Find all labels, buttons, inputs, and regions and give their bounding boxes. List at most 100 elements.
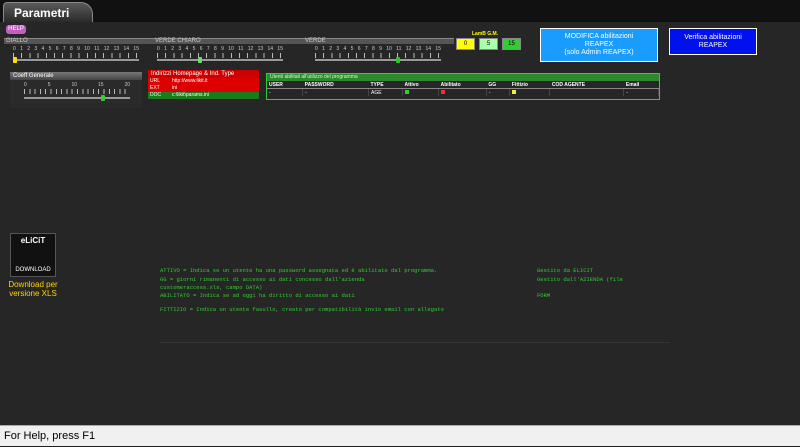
homepage-row-url[interactable]: URL http://www.likit.it [148, 78, 259, 85]
table-cell[interactable] [549, 88, 625, 96]
coeff-generale-title: Coeff Generale [10, 72, 142, 80]
tick-label: 2 [329, 46, 333, 52]
tick-label: 13 [113, 46, 120, 52]
column-header[interactable]: Attivo [402, 81, 439, 89]
tick-label: 13 [415, 46, 422, 52]
slider-verde-chiaro-thumb[interactable] [197, 57, 202, 63]
users-table-title: Utenti abilitati all'utilizzo del progra… [267, 74, 659, 81]
flag-icon [441, 89, 446, 94]
tick-label: 4 [185, 46, 189, 52]
tick-label: 0 [13, 46, 16, 52]
column-header[interactable]: TYPE [368, 81, 403, 89]
users-table-header: USER PASSWORD TYPE Attivo Abilitato GG Fittizi… [267, 81, 659, 89]
download-label: DOWNLOAD [15, 267, 51, 273]
legend-line-1-left: ATTIVO = Indica se un utente ha una pass… [160, 267, 438, 274]
modifica-abilitazioni-button[interactable]: MODIFICA abilitazioni REAPEX (solo Admin… [540, 28, 658, 62]
slider-verde-thumb[interactable] [396, 57, 401, 63]
tick-label: 7 [206, 46, 210, 52]
tick-label: 14 [267, 46, 274, 52]
tick-label: 2 [27, 46, 31, 52]
verifica-line1: Verifica abilitazioni [684, 33, 742, 41]
legend-line-1-right: Gestito da ELICIT [537, 267, 594, 274]
column-header[interactable]: Email [623, 81, 659, 89]
table-cell[interactable] [402, 88, 440, 96]
column-header[interactable]: Fittizio [509, 81, 550, 89]
lamb-box-lightgreen: 5 [479, 38, 498, 50]
check-icon [404, 89, 409, 94]
download-xls-text[interactable]: Download per versione XLS [4, 280, 62, 298]
tick-label: 6 [55, 46, 59, 52]
tick-label: 0 [315, 46, 318, 52]
lamb-label: LamB G.M. [472, 31, 499, 37]
help-button[interactable]: HELP [6, 25, 26, 34]
tick-label: 3 [34, 46, 38, 52]
tick-label: 6 [199, 46, 203, 52]
slider-giallo[interactable]: 0 1 2 3 4 5 6 7 8 9 10 11 12 13 14 15 [13, 46, 139, 63]
tick-label: 7 [62, 46, 66, 52]
coeff-thumb[interactable] [100, 95, 105, 101]
table-cell[interactable]: - [302, 88, 369, 96]
tick-label: 10 [386, 46, 392, 52]
tick-label: 2 [171, 46, 175, 52]
table-cell[interactable]: - [486, 88, 511, 96]
modifica-line1: MODIFICA abilitazioni [564, 33, 634, 40]
table-cell[interactable]: AGE [368, 88, 403, 96]
tick-label: 10 [71, 82, 77, 88]
legend-line-2-right: Gestito dall'AZIENDA (file [537, 276, 623, 283]
tick-label: 1 [20, 46, 23, 52]
tick-label: 0 [24, 82, 27, 88]
main-panel: HELP GIALLO VERDE CHIARO VERDE 012345678… [0, 22, 800, 425]
table-cell[interactable] [509, 88, 551, 96]
tick-label: 3 [336, 46, 340, 52]
tick-label: 15 [133, 46, 139, 52]
slider-label-verde-chiaro: VERDE CHIARO [155, 38, 201, 44]
slider-verde-chiaro[interactable]: 0 1 2 3 4 5 6 7 8 9 10 11 12 13 14 15 [157, 46, 283, 63]
slider-header-bar [4, 38, 454, 44]
column-header[interactable]: Abilitato [438, 81, 487, 89]
verifica-abilitazioni-button[interactable]: Verifica abilitazioni REAPEX [669, 28, 757, 55]
slider-label-verde: VERDE [305, 38, 326, 44]
table-cell[interactable]: - [267, 88, 304, 96]
slider-giallo-ticks: 0 1 2 3 4 5 6 7 8 9 10 11 12 13 14 15 [13, 46, 139, 52]
table-cell[interactable] [438, 88, 487, 96]
tick-label: 12 [103, 46, 110, 52]
coeff-generale-panel: Coeff Generale 0 5 10 15 20 [10, 72, 142, 108]
download-xls-button[interactable]: eLiCiT DOWNLOAD [10, 233, 56, 277]
tick-label: 8 [70, 46, 73, 52]
verifica-line2: REAPEX [698, 41, 728, 49]
tab-bar: Parametri [0, 0, 800, 23]
tick-label: 5 [350, 46, 354, 52]
tick-label: 14 [123, 46, 130, 52]
tick-label: 6 [357, 46, 361, 52]
coeff-slider[interactable]: 0 5 10 15 20 [24, 82, 130, 101]
slider-verde[interactable]: 0 1 2 3 4 5 6 7 8 9 10 11 12 13 14 15 [315, 46, 441, 63]
legend-line-5-left: FITTIZIO = Indica un utente fasullo, cre… [160, 306, 444, 313]
tab-parametri[interactable]: Parametri [3, 2, 93, 22]
tick-label: 9 [379, 46, 382, 52]
tick-label: 10 [228, 46, 234, 52]
tick-label: 1 [322, 46, 325, 52]
tick-label: 10 [84, 46, 90, 52]
tick-label: 5 [192, 46, 196, 52]
tick-label: 11 [94, 46, 100, 52]
tick-label: 11 [396, 46, 402, 52]
coeff-ticks: 0 5 10 15 20 [24, 82, 130, 88]
column-header[interactable]: COD AGENTE [549, 81, 624, 89]
tick-label: 15 [97, 82, 104, 88]
legend-line-3-left: customeraccess.xls, campo DATA) [160, 284, 263, 291]
homepage-row-ext[interactable]: EXT ini [148, 85, 259, 92]
table-row[interactable]: - - AGE - - [267, 88, 659, 96]
column-header[interactable]: PASSWORD [302, 81, 369, 89]
column-header[interactable]: GG [486, 81, 510, 89]
homepage-row-doc[interactable]: DOC c:\likit\params.ini [148, 92, 259, 99]
legend-line-4-right: FORM [537, 292, 551, 299]
tick-label: 9 [221, 46, 224, 52]
table-cell[interactable]: - [623, 88, 659, 96]
tick-label: 14 [425, 46, 432, 52]
tick-label: 15 [435, 46, 441, 52]
column-header[interactable]: USER [267, 81, 303, 89]
elicit-logo: eLiCiT [20, 236, 46, 245]
slider-giallo-thumb[interactable] [13, 57, 17, 63]
tick-label: 11 [238, 46, 244, 52]
tick-label: 13 [257, 46, 264, 52]
